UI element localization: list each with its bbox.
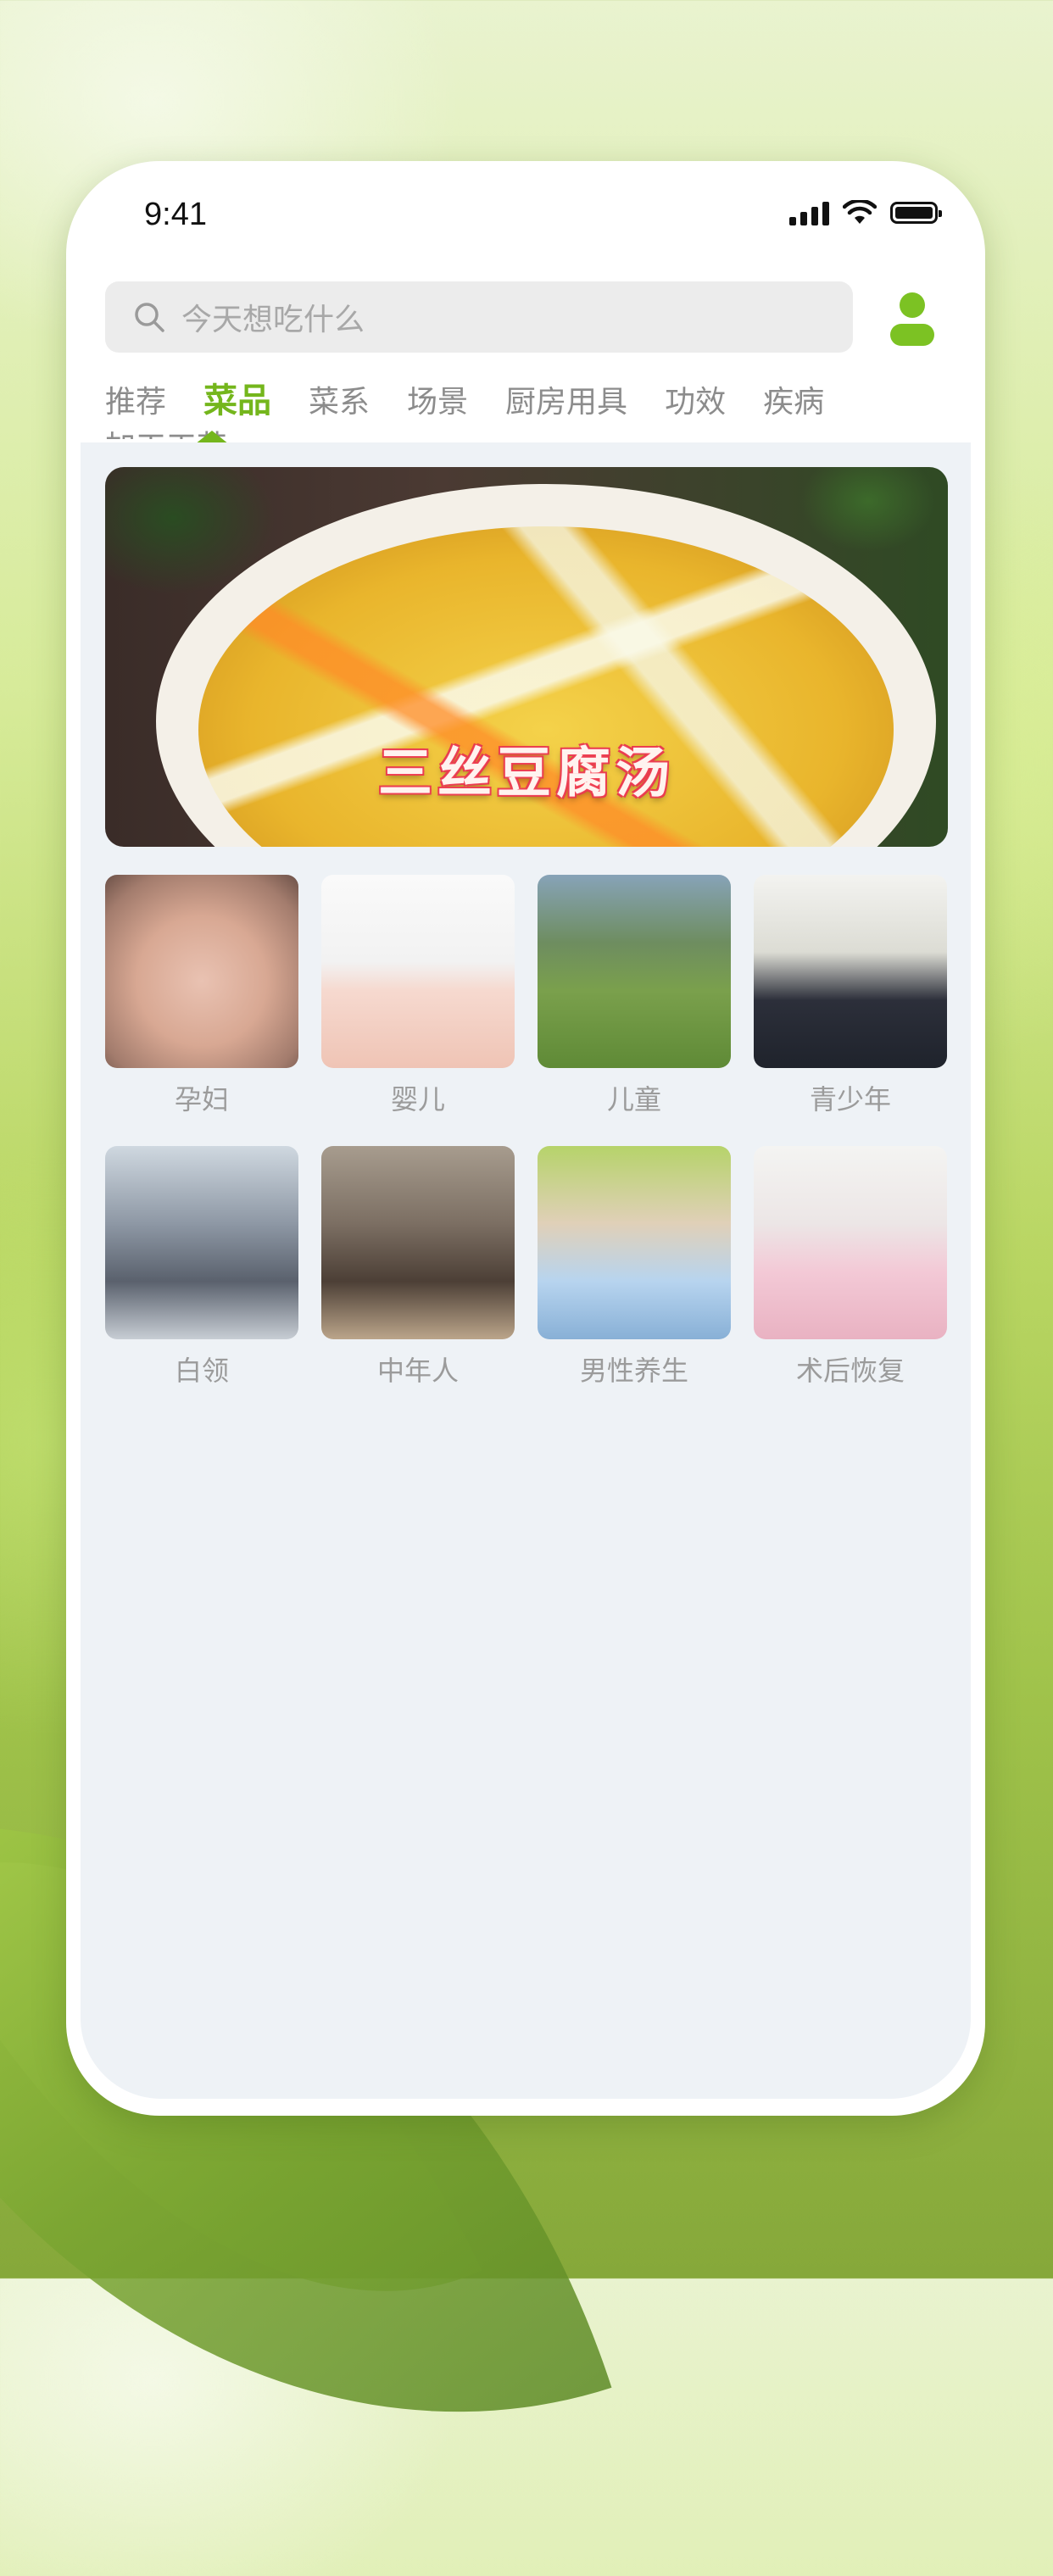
category-item[interactable]: 儿童 — [538, 875, 731, 1117]
category-item[interactable]: 男性养生 — [538, 1146, 731, 1388]
category-item[interactable]: 孕妇 — [105, 875, 298, 1117]
tab-dishes[interactable]: 菜品 — [203, 373, 271, 422]
search-placeholder: 今天想吃什么 — [181, 303, 365, 337]
category-image — [754, 875, 947, 1068]
status-time: 9:41 — [144, 197, 207, 232]
category-image — [538, 875, 731, 1068]
category-label: 孕妇 — [174, 1083, 229, 1116]
tab-disease[interactable]: 疾病 — [763, 377, 824, 421]
content-area: 三丝豆腐汤 孕妇 婴儿 儿童 青少年 白领 中年人 男性养生 术后恢复 — [81, 442, 971, 2099]
category-label: 青少年 — [809, 1083, 891, 1116]
banner-title: 三丝豆腐汤 — [378, 743, 675, 805]
status-bar: 9:41 — [66, 161, 985, 271]
tab-efficacy[interactable]: 功效 — [665, 377, 726, 421]
category-image — [105, 875, 298, 1068]
category-image — [105, 1146, 298, 1339]
user-profile-icon[interactable] — [887, 288, 938, 348]
phone-frame: 9:41 今天想吃什么 推荐菜品菜系场景厨房用具功效疾病加工工艺 — [66, 161, 985, 2116]
wifi-icon — [843, 200, 877, 224]
category-label: 术后恢复 — [795, 1355, 905, 1387]
category-label: 中年人 — [376, 1355, 459, 1387]
category-item[interactable]: 青少年 — [754, 875, 947, 1117]
category-label: 男性养生 — [579, 1355, 688, 1387]
category-image — [321, 1146, 515, 1339]
category-image — [754, 1146, 947, 1339]
search-icon — [135, 303, 164, 332]
tab-kitchenware[interactable]: 厨房用具 — [505, 377, 627, 421]
category-image — [321, 875, 515, 1068]
category-label: 婴儿 — [390, 1083, 445, 1116]
category-item[interactable]: 白领 — [105, 1146, 298, 1388]
tab-recommend[interactable]: 推荐 — [105, 377, 166, 421]
category-item[interactable]: 中年人 — [321, 1146, 515, 1388]
category-tabs: 推荐菜品菜系场景厨房用具功效疾病加工工艺 — [105, 373, 968, 439]
category-image — [538, 1146, 731, 1339]
category-label: 白领 — [174, 1355, 229, 1387]
search-input[interactable]: 今天想吃什么 — [105, 281, 853, 353]
category-item[interactable]: 婴儿 — [321, 875, 515, 1117]
cellular-signal-icon — [789, 200, 829, 225]
battery-icon — [890, 202, 942, 224]
tab-scene[interactable]: 场景 — [407, 377, 468, 421]
category-label: 儿童 — [606, 1083, 661, 1116]
featured-banner[interactable]: 三丝豆腐汤 — [105, 467, 948, 847]
tab-cuisine[interactable]: 菜系 — [309, 377, 370, 421]
status-icons — [789, 200, 942, 225]
category-item[interactable]: 术后恢复 — [754, 1146, 947, 1388]
